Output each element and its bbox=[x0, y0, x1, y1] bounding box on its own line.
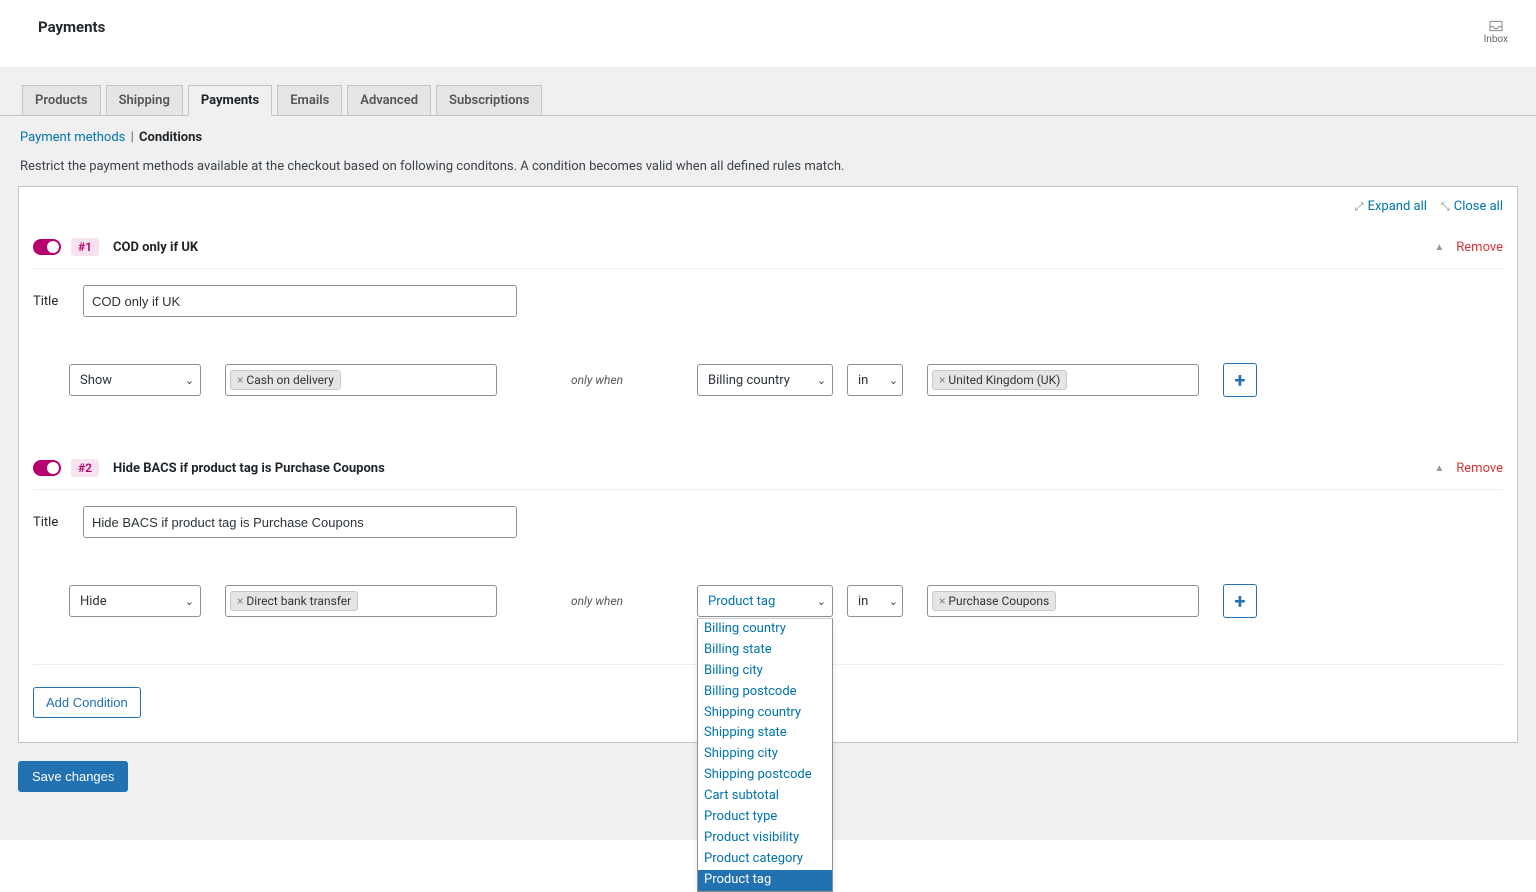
value-tags[interactable]: × United Kingdom (UK) bbox=[927, 364, 1199, 396]
enable-toggle[interactable] bbox=[33, 239, 61, 255]
operator-select[interactable]: in⌄ bbox=[847, 585, 903, 617]
subnav-payment-methods[interactable]: Payment methods bbox=[20, 130, 125, 145]
title-input[interactable] bbox=[83, 506, 517, 538]
collapse-icon: ⤡ bbox=[1441, 200, 1450, 214]
dropdown-option[interactable]: Product type bbox=[698, 807, 832, 828]
inbox-icon bbox=[1487, 18, 1505, 34]
only-when-label: only when bbox=[497, 373, 697, 387]
remove-link[interactable]: Remove bbox=[1456, 240, 1503, 255]
caret-up-icon[interactable]: ▲ bbox=[1434, 242, 1444, 253]
field-select[interactable]: Billing country⌄ bbox=[697, 364, 833, 396]
dropdown-option[interactable]: Product category bbox=[698, 849, 832, 870]
action-select[interactable]: Hide⌄ bbox=[69, 585, 201, 617]
remove-link[interactable]: Remove bbox=[1456, 461, 1503, 476]
dropdown-option[interactable]: Shipping postcode bbox=[698, 765, 832, 786]
page-description: Restrict the payment methods available a… bbox=[0, 155, 1536, 186]
dropdown-option[interactable]: Product visibility bbox=[698, 828, 832, 849]
dropdown-option[interactable]: Billing city bbox=[698, 661, 832, 682]
dropdown-option[interactable]: Product tag bbox=[698, 870, 832, 891]
expand-all-link[interactable]: ⤢Expand all bbox=[1355, 199, 1427, 214]
save-changes-button[interactable]: Save changes bbox=[18, 761, 128, 792]
field-select[interactable]: Product tag⌄ bbox=[697, 585, 833, 617]
tag: × Cash on delivery bbox=[230, 370, 341, 390]
only-when-label: only when bbox=[497, 594, 697, 608]
add-rule-button[interactable]: + bbox=[1223, 584, 1257, 618]
tab-products[interactable]: Products bbox=[22, 85, 101, 115]
inbox-button[interactable]: Inbox bbox=[1484, 18, 1508, 45]
tag-remove-icon[interactable]: × bbox=[939, 373, 945, 387]
condition-title: Hide BACS if product tag is Purchase Cou… bbox=[113, 461, 1434, 476]
chevron-down-icon: ⌄ bbox=[185, 374, 194, 387]
title-label: Title bbox=[33, 294, 65, 309]
close-all-link[interactable]: ⤡Close all bbox=[1441, 199, 1503, 214]
value-tags[interactable]: × Purchase Coupons bbox=[927, 585, 1199, 617]
tag-remove-icon[interactable]: × bbox=[237, 594, 243, 608]
conditions-panel: ⤢Expand all ⤡Close all #1COD only if UK▲… bbox=[18, 186, 1518, 743]
sub-nav: Payment methods | Conditions bbox=[0, 116, 1536, 155]
tab-payments[interactable]: Payments bbox=[188, 85, 272, 116]
add-condition-button[interactable]: Add Condition bbox=[33, 687, 141, 718]
tag-remove-icon[interactable]: × bbox=[237, 373, 243, 387]
tab-subscriptions[interactable]: Subscriptions bbox=[436, 85, 542, 115]
action-select[interactable]: Show⌄ bbox=[69, 364, 201, 396]
dropdown-option[interactable]: Billing state bbox=[698, 640, 832, 661]
chevron-down-icon: ⌄ bbox=[889, 595, 898, 608]
chevron-down-icon: ⌄ bbox=[889, 374, 898, 387]
condition-block: #2 Hide BACS if product tag is Purchase C… bbox=[19, 443, 1517, 664]
settings-tabs: ProductsShippingPaymentsEmailsAdvancedSu… bbox=[0, 67, 1536, 115]
title-input[interactable] bbox=[83, 285, 517, 317]
condition-badge: #1 bbox=[71, 238, 99, 256]
expand-icon: ⤢ bbox=[1355, 200, 1364, 214]
dropdown-option[interactable]: Billing country bbox=[698, 619, 832, 640]
dropdown-option[interactable]: Billing postcode bbox=[698, 682, 832, 703]
caret-up-icon[interactable]: ▲ bbox=[1434, 463, 1444, 474]
tag: × Direct bank transfer bbox=[230, 591, 358, 611]
payment-method-tags[interactable]: × Direct bank transfer bbox=[225, 585, 497, 617]
tag: × Purchase Coupons bbox=[932, 591, 1056, 611]
dropdown-option[interactable]: Cart subtotal bbox=[698, 786, 832, 807]
condition-title: COD only if UK bbox=[113, 240, 1434, 255]
dropdown-option[interactable]: Shipping city bbox=[698, 744, 832, 765]
chevron-down-icon: ⌄ bbox=[185, 595, 194, 608]
chevron-down-icon: ⌄ bbox=[817, 374, 826, 387]
dropdown-option[interactable]: Shipping country bbox=[698, 703, 832, 724]
add-rule-button[interactable]: + bbox=[1223, 363, 1257, 397]
page-title: Payments bbox=[38, 18, 105, 36]
tab-shipping[interactable]: Shipping bbox=[106, 85, 183, 115]
condition-badge: #2 bbox=[71, 459, 99, 477]
tag: × United Kingdom (UK) bbox=[932, 370, 1067, 390]
tab-advanced[interactable]: Advanced bbox=[347, 85, 431, 115]
subnav-conditions[interactable]: Conditions bbox=[139, 130, 202, 145]
payment-method-tags[interactable]: × Cash on delivery bbox=[225, 364, 497, 396]
field-dropdown: Billing countryBilling stateBilling city… bbox=[697, 618, 833, 892]
enable-toggle[interactable] bbox=[33, 460, 61, 476]
tab-emails[interactable]: Emails bbox=[277, 85, 342, 115]
chevron-down-icon: ⌄ bbox=[817, 595, 826, 608]
condition-block: #1 COD only if UK▲ Remove Title Show⌄ × Cash … bbox=[19, 222, 1517, 443]
operator-select[interactable]: in⌄ bbox=[847, 364, 903, 396]
dropdown-option[interactable]: Shipping state bbox=[698, 723, 832, 744]
title-label: Title bbox=[33, 515, 65, 530]
tag-remove-icon[interactable]: × bbox=[939, 594, 945, 608]
